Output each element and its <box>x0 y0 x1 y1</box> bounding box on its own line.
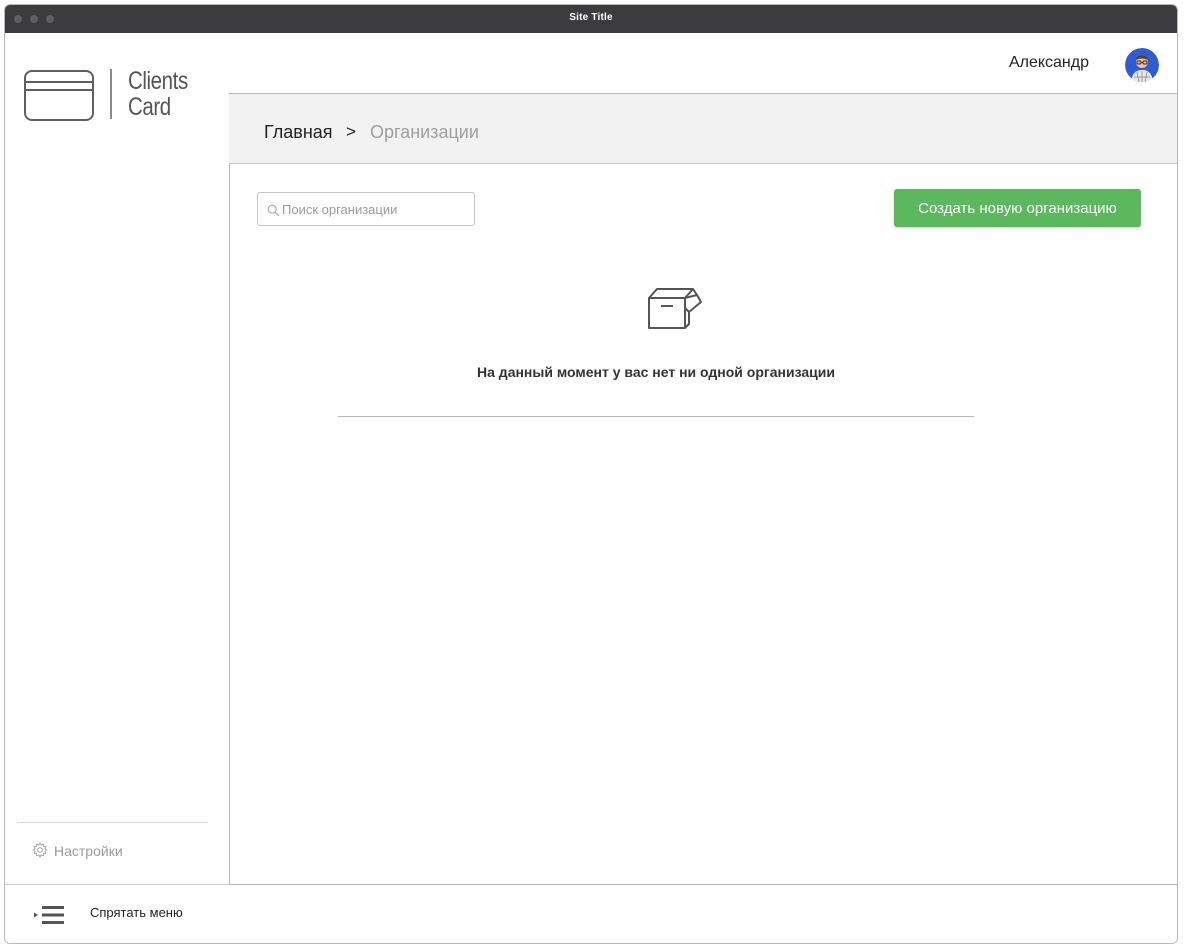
footer-bar <box>229 884 1177 943</box>
search-icon <box>267 204 280 222</box>
logo-divider <box>110 69 112 119</box>
logo-text: Clients Card <box>128 68 188 120</box>
empty-state-divider <box>338 416 974 417</box>
create-organization-button[interactable]: Создать новую организацию <box>894 189 1141 227</box>
sidebar-item-settings[interactable]: Настройки <box>32 841 123 861</box>
gear-icon <box>32 841 48 861</box>
settings-label: Настройки <box>54 843 123 859</box>
window-title: Site Title <box>569 12 613 23</box>
logo-line-2: Card <box>128 93 171 121</box>
box-icon <box>643 284 705 335</box>
top-bar: Александр <box>229 33 1177 94</box>
search-input[interactable] <box>282 193 470 225</box>
title-bar: Site Title <box>5 5 1177 33</box>
card-logo-icon <box>24 70 94 121</box>
hide-menu-icon <box>32 905 66 930</box>
search-box[interactable] <box>257 192 475 226</box>
avatar[interactable] <box>1125 48 1159 82</box>
breadcrumb-separator: > <box>346 122 356 141</box>
sidebar: Clients Card Настройки Спрятать меню <box>5 33 230 943</box>
hide-menu-button[interactable]: Спрятать меню <box>5 884 229 942</box>
username[interactable]: Александр <box>1009 54 1089 72</box>
breadcrumb-home-link[interactable]: Главная <box>264 122 333 143</box>
breadcrumb-current: Организации <box>370 122 479 142</box>
hide-menu-label: Спрятать меню <box>90 905 183 920</box>
sidebar-divider <box>17 822 208 823</box>
breadcrumb: Главная > Организации <box>229 94 1177 164</box>
logo-line-1: Clients <box>128 67 188 95</box>
app-window: Site Title Clients Card Настройки Спрята… <box>4 4 1178 944</box>
empty-state-message: На данный момент у вас нет ни одной орга… <box>477 364 835 380</box>
